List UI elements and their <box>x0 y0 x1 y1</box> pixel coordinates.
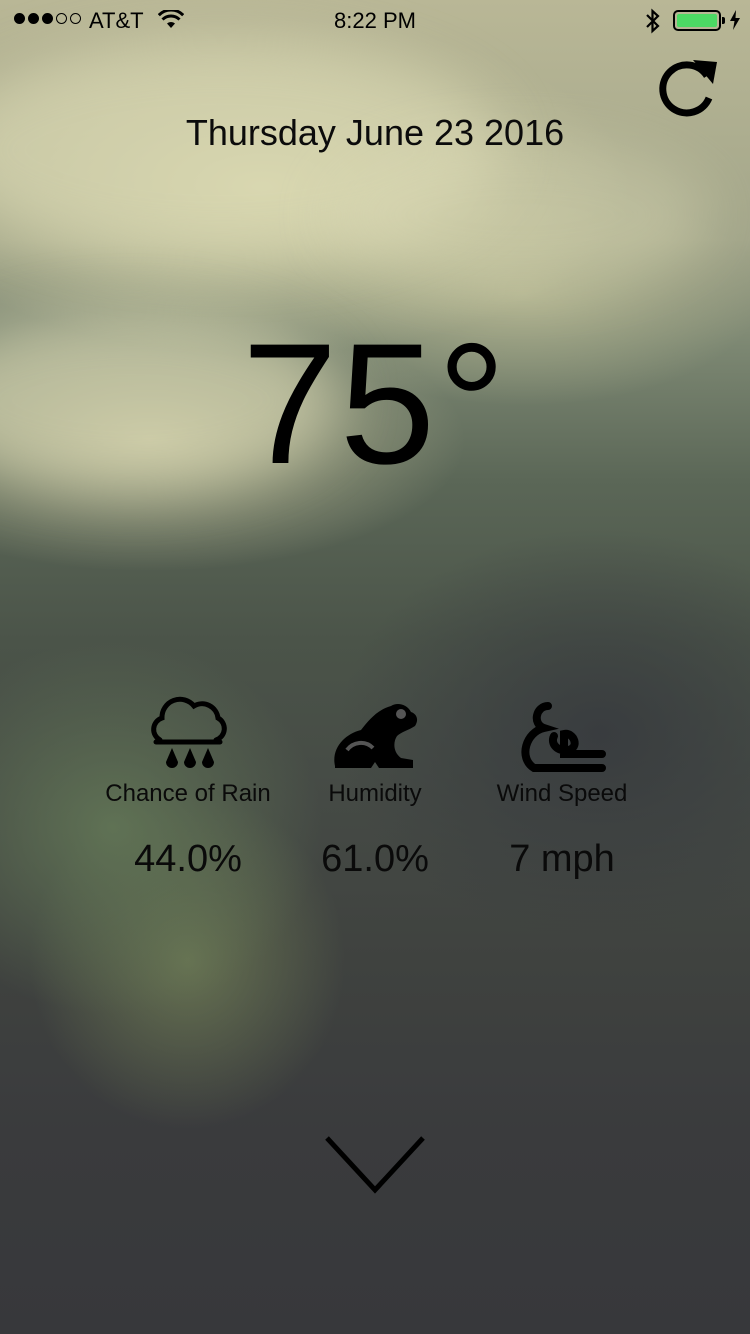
battery-icon <box>673 10 725 31</box>
refresh-icon <box>659 60 717 117</box>
temperature-reading: 75° <box>241 308 509 500</box>
frog-icon <box>334 704 418 768</box>
charging-bolt-icon <box>729 10 741 36</box>
chevron-down-icon <box>325 1136 425 1194</box>
status-time: 8:22 PM <box>334 8 416 33</box>
metric-label: Wind Speed <box>496 780 628 807</box>
battery-level-fill <box>677 14 717 27</box>
status-bar: AT&T 8:22 PM <box>0 0 750 40</box>
date-label: Thursday June 23 2016 <box>185 112 565 153</box>
expand-forecast-button[interactable] <box>322 1132 428 1196</box>
wind-icon <box>521 702 606 772</box>
rain-cloud-icon <box>151 696 227 768</box>
refresh-button[interactable] <box>655 54 719 118</box>
metric-value: 7 mph <box>509 838 615 880</box>
metric-wind-speed: Wind Speed 7 mph <box>447 690 677 881</box>
bluetooth-icon <box>644 8 662 40</box>
